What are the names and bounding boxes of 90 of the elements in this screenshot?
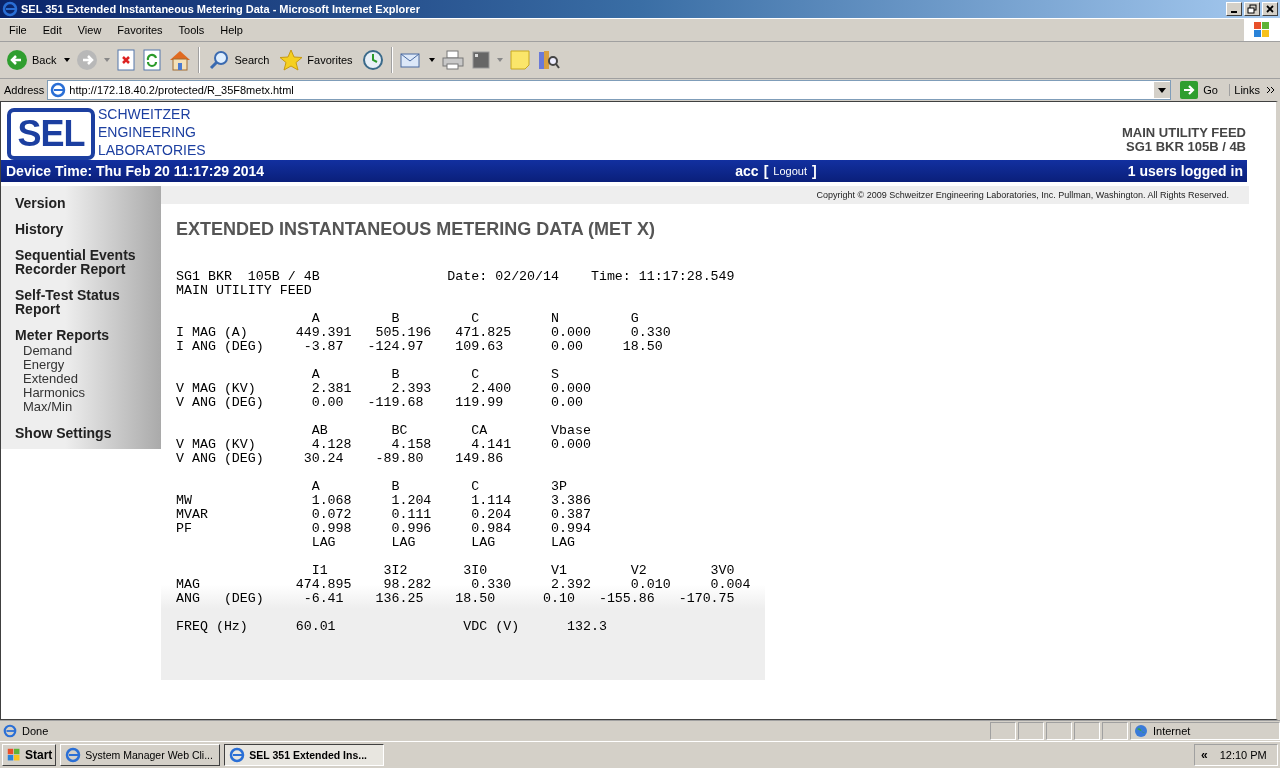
bracket: ] [812, 163, 817, 179]
company-name: ENGINEERING [98, 123, 197, 141]
report-line: PF 0.998 0.996 0.984 0.994 [176, 522, 591, 536]
nav-link[interactable]: Show Settings [15, 426, 112, 440]
chevron-icon[interactable] [1267, 85, 1275, 94]
report-line: MAG 474.895 98.282 0.330 2.392 0.010 0.004 [176, 578, 751, 592]
taskbar-button[interactable]: SEL 351 Extended Ins... [224, 744, 385, 766]
browser-icon [65, 747, 82, 763]
report-line: FREQ (Hz) 60.01 VDC (V) 132.3 [176, 620, 607, 634]
search-icon [208, 49, 231, 71]
menu-item[interactable]: Edit [34, 24, 70, 36]
minimize-icon [1231, 11, 1237, 13]
taskbar-button[interactable]: System Manager Web Cli... [60, 744, 221, 766]
back-button[interactable]: Back [4, 49, 59, 71]
bracket: [ [763, 163, 769, 179]
report-line: LAG LAG LAG LAG [310, 536, 575, 550]
company-name: LABORATORIES [98, 141, 206, 159]
report-line: AB BC CA Vbase [310, 424, 591, 438]
close-icon [1265, 4, 1275, 14]
window-title: SEL 351 Extended Instantaneous Metering Data - Microsoft Internet Explorer [21, 3, 420, 15]
minimize-button[interactable] [1226, 2, 1242, 16]
tray-toggle[interactable]: « [1199, 748, 1210, 762]
report-line: I MAG (A) 449.391 505.196 471.825 0.000 0.330 [176, 326, 671, 340]
user-name: acc [735, 163, 759, 179]
search-button[interactable]: Search [206, 49, 272, 71]
address-label: Address [4, 83, 45, 96]
restore-icon [1247, 4, 1257, 14]
nav-link[interactable]: Sequential Events Recorder Report [15, 248, 161, 276]
edit-icon[interactable] [470, 50, 491, 70]
report-line: A B C N G [310, 312, 639, 326]
report-line: I ANG (DEG) -3.87 -124.97 109.63 0.00 18.50 [176, 340, 663, 354]
links-button[interactable]: Links [1229, 83, 1264, 96]
page-heading: EXTENDED INSTANTANEOUS METERING DATA (MET X) [176, 218, 656, 240]
report-line: MVAR 0.072 0.111 0.204 0.387 [176, 508, 591, 522]
globe-icon [1134, 724, 1148, 738]
nav-link[interactable]: Meter Reports [15, 328, 110, 342]
menu-item[interactable]: Tools [170, 24, 213, 36]
report-line: V ANG (DEG) 30.24 -89.80 149.86 [176, 452, 504, 466]
menu-item[interactable]: File [0, 24, 35, 36]
page-icon [3, 724, 17, 738]
company-name: SCHWEITZER [98, 105, 192, 123]
report-line: MW 1.068 1.204 1.114 3.386 [176, 494, 591, 508]
report-line: V ANG (DEG) 0.00 -119.68 119.99 0.00 [176, 396, 583, 410]
windows-logo-icon [6, 748, 22, 762]
device-name: MAIN UTILITY FEED [1122, 126, 1246, 140]
close-button[interactable] [1262, 2, 1278, 16]
nav-sublink[interactable]: Demand [23, 344, 86, 358]
stop-icon[interactable] [116, 49, 137, 71]
nav-sublink[interactable]: Extended [23, 372, 86, 386]
history-icon[interactable] [360, 49, 385, 71]
report-line: V MAG (KV) 4.128 4.158 4.141 0.000 [176, 438, 591, 452]
copyright-text: Copyright © 2009 Schweitzer Engineering Laboratories, Inc. Pullman, Washington. All Rights Reserved. [161, 186, 1249, 204]
browser-icon [229, 747, 246, 763]
start-button[interactable]: Start [2, 744, 57, 766]
menu-item[interactable]: View [69, 24, 110, 36]
printer-icon[interactable] [440, 49, 465, 71]
logout-link[interactable]: Logout [773, 165, 807, 177]
browser-icon [2, 1, 18, 17]
report-line: MAIN UTILITY FEED [176, 284, 312, 298]
report-line: A B C S [310, 368, 559, 382]
nav-link[interactable]: Version [15, 196, 66, 210]
restore-button[interactable] [1244, 2, 1260, 16]
star-icon [279, 49, 304, 71]
dropdown-arrow-icon[interactable] [428, 58, 435, 62]
zone-text: Internet [1153, 725, 1191, 737]
users-count: 1 users logged in [1127, 163, 1243, 179]
device-name: SG1 BKR 105B / 4B [1126, 140, 1246, 154]
nav-link[interactable]: Self-Test Status Report [15, 288, 161, 316]
nav-link[interactable]: History [15, 222, 64, 236]
dropdown-arrow-icon[interactable] [64, 58, 71, 62]
report-line: I1 3I2 3I0 V1 V2 3V0 [310, 564, 735, 578]
nav-sublink[interactable]: Max/Min [23, 400, 86, 414]
nav-sublink[interactable]: Energy [23, 358, 86, 372]
nav-sublink[interactable]: Harmonics [23, 386, 86, 400]
page-icon [50, 81, 67, 98]
favorites-button[interactable]: Favorites [277, 49, 355, 71]
report-line: A B C 3P [310, 480, 567, 494]
go-button[interactable]: Go [1174, 79, 1227, 100]
clock: 12:10 PM [1219, 749, 1267, 761]
mail-icon[interactable] [398, 50, 423, 70]
report-line: ANG (DEG) -6.41 136.25 18.50 0.10 -155.86 -170.75 [176, 592, 735, 606]
report-line: V MAG (KV) 2.381 2.393 2.400 0.000 [176, 382, 591, 396]
status-text: Done [22, 725, 49, 737]
menu-item[interactable]: Favorites [109, 24, 171, 36]
report-line: SG1 BKR 105B / 4B Date: 02/20/14 Time: 11:17:28.549 [176, 270, 735, 284]
research-icon[interactable] [536, 49, 561, 71]
address-field[interactable]: http://172.18.40.2/protected/R_35F8metx.html [47, 79, 1172, 100]
refresh-icon[interactable] [142, 49, 163, 71]
device-time: Device Time: Thu Feb 20 11:17:29 2014 [6, 163, 265, 179]
menu-item[interactable]: Help [212, 24, 251, 36]
